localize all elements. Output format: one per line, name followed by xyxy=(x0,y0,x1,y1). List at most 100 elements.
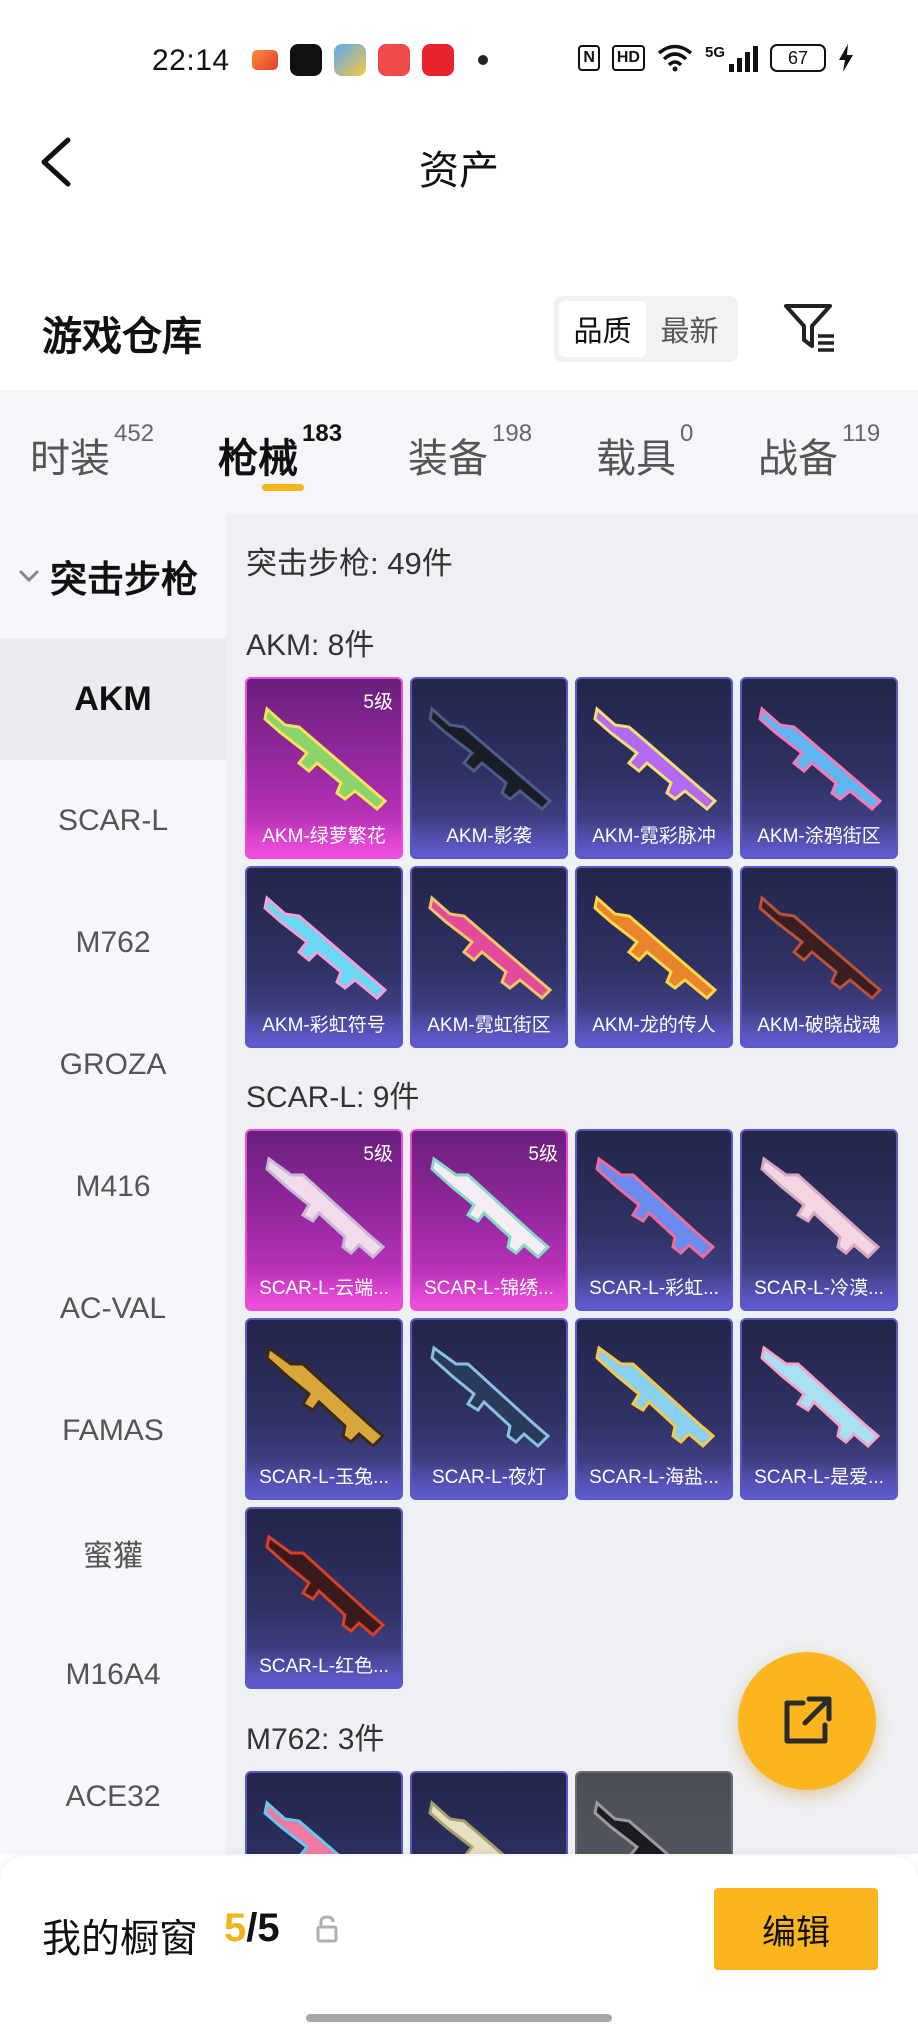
sidebar-item-m16a4[interactable]: M16A4 xyxy=(0,1614,226,1736)
skin-name: SCAR-L-锦绣... xyxy=(412,1271,566,1309)
section-title-scar-l: SCAR-L: 9件 xyxy=(246,1081,420,1114)
game-app-icon xyxy=(252,50,278,70)
skin-name: AKM-涂鸦街区 xyxy=(742,819,896,857)
skin-card[interactable]: 5级 AKM-绿萝繁花 xyxy=(245,677,403,859)
scar-l-rifle-icon xyxy=(265,1534,386,1638)
akm-rifle-icon xyxy=(758,706,883,812)
skin-card[interactable]: AKM-霓虹街区 xyxy=(410,866,568,1048)
skin-name: SCAR-L-是爱... xyxy=(742,1460,896,1498)
scar-l-rifle-icon xyxy=(265,1156,386,1260)
sidebar-item-akm[interactable]: AKM xyxy=(0,638,226,760)
skin-card[interactable]: AKM-彩虹符号 xyxy=(245,866,403,1048)
share-button[interactable] xyxy=(738,1652,876,1790)
skin-name: AKM-影袭 xyxy=(412,819,566,857)
akm-rifle-icon xyxy=(428,706,553,812)
skin-name: SCAR-L-红色... xyxy=(247,1649,401,1687)
category-summary: 突击步枪: 49件 xyxy=(246,546,453,581)
m762-rifle-icon xyxy=(593,1800,670,1854)
network-type: 5G xyxy=(704,44,725,61)
cellular-icon: 5G xyxy=(705,44,758,72)
tab-label: 战备 xyxy=(758,437,838,481)
skin-card[interactable]: SCAR-L-彩虹... xyxy=(575,1129,733,1311)
sidebar-item-ace32[interactable]: ACE32 xyxy=(0,1736,226,1858)
skin-card[interactable]: 5级 SCAR-L-云端... xyxy=(245,1129,403,1311)
skin-name: AKM-霓虹街区 xyxy=(412,1008,566,1046)
showcase-label: 我的橱窗 xyxy=(42,1918,199,1961)
home-indicator[interactable] xyxy=(306,2014,612,2022)
skin-card[interactable] xyxy=(245,1771,403,1854)
warehouse-title: 游戏仓库 xyxy=(42,315,202,359)
skin-card[interactable]: 5级 SCAR-L-锦绣... xyxy=(410,1129,568,1311)
system-icons: N HD 5G 67 xyxy=(578,44,854,72)
scar-l-rifle-icon xyxy=(595,1156,716,1260)
tab-guns[interactable]: 枪械183 xyxy=(218,420,342,484)
scar-l-rifle-icon xyxy=(595,1345,716,1449)
sidebar-item-m416[interactable]: M416 xyxy=(0,1126,226,1248)
section-title-akm: AKM: 8件 xyxy=(246,629,375,662)
skin-card[interactable]: AKM-霓彩脉冲 xyxy=(575,677,733,859)
level-badge: 5级 xyxy=(363,1144,393,1165)
filter-icon xyxy=(784,304,834,352)
skin-card[interactable] xyxy=(410,1771,568,1854)
skin-name: SCAR-L-云端... xyxy=(247,1271,401,1309)
tab-label: 载具 xyxy=(596,437,676,481)
skin-card[interactable]: SCAR-L-是爱... xyxy=(740,1318,898,1500)
sidebar-group-assault-rifle[interactable]: 突击步枪 xyxy=(0,514,226,638)
active-tab-indicator xyxy=(262,484,304,491)
sidebar-item-m762[interactable]: M762 xyxy=(0,882,226,1004)
skin-name: SCAR-L-彩虹... xyxy=(577,1271,731,1309)
showcase-bar: 我的橱窗 5/5 编辑 xyxy=(0,1856,918,2040)
sidebar-item-ac-val[interactable]: AC-VAL xyxy=(0,1248,226,1370)
status-bar: 22:14 N HD 5G 67 xyxy=(0,0,918,120)
tab-equipment[interactable]: 装备198 xyxy=(408,420,532,484)
weapon-sidebar: 突击步枪 AKM SCAR-L M762 GROZA M416 AC-VAL F… xyxy=(0,514,226,1854)
m762-rifle-icon xyxy=(428,1800,505,1854)
m762-rifle-icon xyxy=(263,1800,340,1854)
notification-icons xyxy=(252,44,488,76)
tab-fashion[interactable]: 时装452 xyxy=(30,420,154,484)
skin-card[interactable]: SCAR-L-冷漠... xyxy=(740,1129,898,1311)
akm-rifle-icon xyxy=(593,895,718,1001)
video-app-icon xyxy=(378,44,410,76)
filter-button[interactable] xyxy=(780,300,840,356)
tab-count: 0 xyxy=(680,420,694,447)
section-title-m762: M762: 3件 xyxy=(246,1723,385,1756)
akm-rifle-icon xyxy=(758,895,883,1001)
skin-name: AKM-破晓战魂 xyxy=(742,1008,896,1046)
battery-icon: 67 xyxy=(770,44,826,72)
signal-bars-icon xyxy=(729,44,758,72)
tab-count: 452 xyxy=(114,420,155,447)
sidebar-item-groza[interactable]: GROZA xyxy=(0,1004,226,1126)
tab-supplies[interactable]: 战备119 xyxy=(758,420,880,484)
tab-vehicles[interactable]: 载具0 xyxy=(596,420,693,484)
skin-card[interactable]: AKM-涂鸦街区 xyxy=(740,677,898,859)
akm-rifle-icon xyxy=(263,895,388,1001)
sort-by-newest[interactable]: 最新 xyxy=(646,301,733,357)
skin-card[interactable]: SCAR-L-红色... xyxy=(245,1507,403,1689)
skin-card[interactable]: AKM-龙的传人 xyxy=(575,866,733,1048)
level-badge: 5级 xyxy=(363,692,393,713)
page-title: 资产 xyxy=(419,149,499,193)
hd-icon: HD xyxy=(611,45,645,71)
tab-label: 装备 xyxy=(408,437,488,481)
skin-card[interactable] xyxy=(575,1771,733,1854)
skin-name: SCAR-L-夜灯 xyxy=(412,1460,566,1498)
tab-label: 枪械 xyxy=(218,437,298,481)
scar-l-rifle-icon xyxy=(265,1345,386,1449)
skin-card[interactable]: SCAR-L-海盐... xyxy=(575,1318,733,1500)
battery-level: 67 xyxy=(787,47,809,68)
sidebar-item-scar-l[interactable]: SCAR-L xyxy=(0,760,226,882)
sidebar-item-honey-badger[interactable]: 蜜獾 xyxy=(0,1492,226,1614)
skin-card[interactable]: SCAR-L-玉兔... xyxy=(245,1318,403,1500)
sidebar-item-famas[interactable]: FAMAS xyxy=(0,1370,226,1492)
showcase-count: 5/5 xyxy=(224,1906,280,1951)
edit-button[interactable]: 编辑 xyxy=(714,1888,878,1970)
nfc-icon: N xyxy=(578,45,600,71)
showcase-separator: / xyxy=(246,1906,258,1950)
skin-card[interactable]: AKM-破晓战魂 xyxy=(740,866,898,1048)
skin-name: AKM-龙的传人 xyxy=(577,1008,731,1046)
skin-card[interactable]: SCAR-L-夜灯 xyxy=(410,1318,568,1500)
sort-by-quality[interactable]: 品质 xyxy=(559,301,646,357)
skin-card[interactable]: AKM-影袭 xyxy=(410,677,568,859)
showcase-total: 5 xyxy=(257,1906,280,1950)
